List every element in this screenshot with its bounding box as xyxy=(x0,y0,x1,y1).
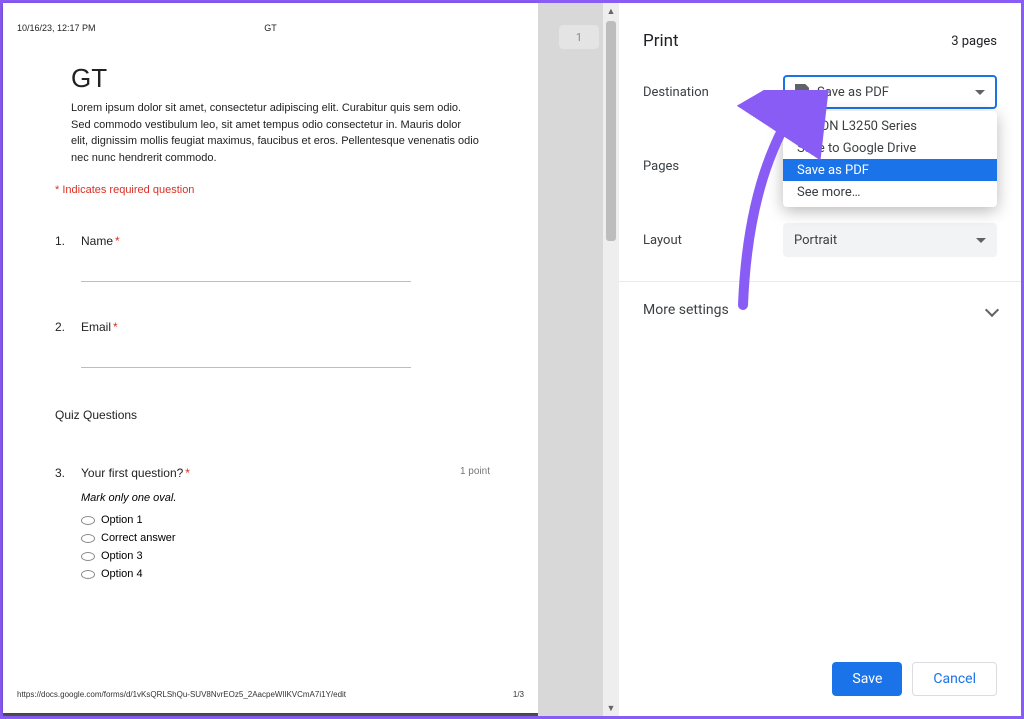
doc-title: GT xyxy=(71,63,490,94)
option-row: Option 4 xyxy=(81,568,490,580)
layout-label: Layout xyxy=(643,233,783,248)
q1-input-line xyxy=(81,262,411,282)
q3-hint: Mark only one oval. xyxy=(81,492,490,504)
page-footer: https://docs.google.com/forms/d/1vKsQRLS… xyxy=(17,690,524,699)
save-button[interactable]: Save xyxy=(832,662,902,696)
page-number-tab[interactable]: 1 xyxy=(559,25,599,49)
panel-title: Print xyxy=(643,31,679,51)
q1-label: Name xyxy=(81,234,113,248)
more-settings-toggle[interactable]: More settings xyxy=(643,302,997,318)
question-1: 1. Name* xyxy=(55,234,490,248)
option-row: Correct answer xyxy=(81,532,490,544)
destination-row: Destination Save as PDF EPSON L3250 Seri… xyxy=(643,75,997,109)
required-indicator: * Indicates required question xyxy=(55,184,490,196)
q2-label: Email xyxy=(81,320,111,334)
option-label: Option 1 xyxy=(101,514,143,526)
destination-dropdown[interactable]: EPSON L3250 SeriesSave to Google DriveSa… xyxy=(783,111,997,207)
scroll-down-icon[interactable]: ▼ xyxy=(603,700,619,716)
oval-icon xyxy=(81,516,95,525)
print-settings-panel: Print 3 pages Destination Save as PDF EP… xyxy=(619,3,1021,716)
oval-icon xyxy=(81,570,95,579)
q3-points: 1 point xyxy=(460,466,490,477)
required-star: * xyxy=(185,466,190,480)
header-doc-name: GT xyxy=(264,23,277,33)
more-settings-label: More settings xyxy=(643,302,729,318)
cancel-button[interactable]: Cancel xyxy=(912,662,997,696)
page-count: 3 pages xyxy=(951,34,997,49)
section-heading: Quiz Questions xyxy=(55,408,490,422)
panel-footer: Save Cancel xyxy=(832,662,997,696)
chevron-down-icon xyxy=(985,303,999,317)
q3-label: Your first question? xyxy=(81,466,183,480)
print-preview: 10/16/23, 12:17 PM GT GT Lorem ipsum dol… xyxy=(3,3,619,716)
pages-label: Pages xyxy=(643,159,783,174)
option-label: Option 4 xyxy=(101,568,143,580)
layout-value: Portrait xyxy=(794,233,837,248)
doc-description: Lorem ipsum dolor sit amet, consectetur … xyxy=(71,100,480,166)
oval-icon xyxy=(81,552,95,561)
preview-page-1: 10/16/23, 12:17 PM GT GT Lorem ipsum dol… xyxy=(3,3,538,713)
footer-page-number: 1/3 xyxy=(513,690,524,699)
option-label: Option 3 xyxy=(101,550,143,562)
q3-options: Option 1 Correct answer Option 3 Option 4 xyxy=(81,514,490,580)
question-2: 2. Email* xyxy=(55,320,490,334)
pdf-icon xyxy=(795,84,809,101)
preview-gutter: 1 ▲ ▼ xyxy=(538,3,619,716)
q1-number: 1. xyxy=(55,234,69,248)
option-row: Option 3 xyxy=(81,550,490,562)
divider xyxy=(619,281,1021,282)
option-row: Option 1 xyxy=(81,514,490,526)
destination-option[interactable]: Save to Google Drive xyxy=(783,137,997,159)
footer-url: https://docs.google.com/forms/d/1vKsQRLS… xyxy=(17,690,346,699)
destination-option[interactable]: Save as PDF xyxy=(783,159,997,181)
chevron-down-icon xyxy=(975,90,985,95)
page-header: 10/16/23, 12:17 PM GT xyxy=(17,23,524,33)
required-star: * xyxy=(115,234,120,248)
q3-number: 3. xyxy=(55,466,69,480)
question-3: 3. Your first question?* 1 point xyxy=(55,466,490,480)
required-star: * xyxy=(113,320,118,334)
q2-number: 2. xyxy=(55,320,69,334)
layout-row: Layout Portrait xyxy=(643,223,997,257)
destination-label: Destination xyxy=(643,85,783,100)
chevron-down-icon xyxy=(976,238,986,243)
option-label: Correct answer xyxy=(101,532,176,544)
scroll-thumb[interactable] xyxy=(606,21,616,241)
destination-select[interactable]: Save as PDF xyxy=(783,75,997,109)
header-timestamp: 10/16/23, 12:17 PM xyxy=(17,23,96,33)
destination-option[interactable]: EPSON L3250 Series xyxy=(783,115,997,137)
scroll-up-icon[interactable]: ▲ xyxy=(603,3,619,19)
scrollbar[interactable]: ▲ ▼ xyxy=(603,3,619,716)
q2-input-line xyxy=(81,348,411,368)
oval-icon xyxy=(81,534,95,543)
layout-select[interactable]: Portrait xyxy=(783,223,997,257)
destination-value: Save as PDF xyxy=(817,85,889,100)
destination-option[interactable]: See more… xyxy=(783,181,997,203)
